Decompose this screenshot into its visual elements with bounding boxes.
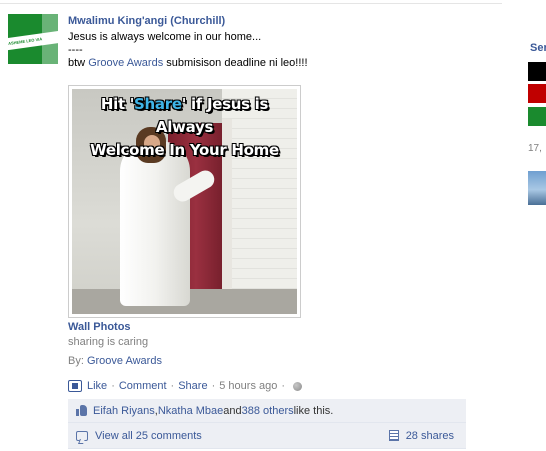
sidebar-header[interactable]: Ser [530, 42, 546, 54]
by-label: By: [68, 355, 87, 367]
photo-image: Hit 'Share' if Jesus is Always Welcome I… [72, 89, 297, 314]
shares-group[interactable]: 28 shares [388, 430, 454, 442]
photo-caption: Hit 'Share' if Jesus is Always Welcome I… [72, 93, 297, 162]
separator: · [281, 380, 286, 392]
view-comments-group[interactable]: View all 25 comments [76, 430, 202, 442]
view-all-comments-link[interactable]: View all 25 comments [95, 430, 202, 442]
likes-row: Eifah Riyans, Nkatha Mbae and 388 others… [68, 399, 466, 423]
comment-link[interactable]: Comment [119, 380, 167, 392]
sidebar-flag-red [528, 84, 546, 103]
by-groove-awards-link[interactable]: Groove Awards [87, 355, 162, 367]
liker-link[interactable]: Nkatha Mbae [158, 405, 223, 417]
attribution: By: Groove Awards [68, 355, 162, 367]
caption-highlight: Share [134, 95, 182, 113]
top-divider [0, 3, 502, 4]
avatar-shade [42, 14, 58, 64]
message-line-3-prefix: btw [68, 57, 89, 69]
sidebar-flag-green [528, 107, 546, 126]
profile-avatar[interactable]: ASHEME LEO VIA [8, 14, 58, 64]
album-title-link[interactable]: Wall Photos [68, 321, 131, 333]
share-link[interactable]: Share [178, 380, 207, 392]
message-line-1: Jesus is always welcome in our home... [68, 31, 262, 43]
share-page-icon [388, 430, 399, 441]
feedback-box: Eifah Riyans, Nkatha Mbae and 388 others… [68, 399, 466, 449]
and-text: and [223, 404, 242, 417]
sidebar-flag-black [528, 62, 546, 81]
others-link[interactable]: 388 others [242, 405, 294, 417]
comment-bubble-icon [76, 430, 88, 441]
message-line-3: btw Groove Awards submisison deadline ni… [68, 57, 468, 70]
separator: · [111, 380, 115, 392]
shared-photo[interactable]: Hit 'Share' if Jesus is Always Welcome I… [68, 85, 301, 318]
sidebar-count: 17, [528, 143, 542, 154]
comments-row: View all 25 comments 28 shares [68, 423, 466, 449]
thumbs-up-icon [76, 405, 87, 416]
post-message: Jesus is always welcome in our home... -… [68, 31, 468, 70]
caption-pre: Hit ' [100, 95, 135, 113]
separator: · [170, 380, 175, 392]
photo-caption-line-2: Welcome In Your Home [90, 141, 279, 159]
separator: · [211, 380, 216, 392]
album-description: sharing is caring [68, 336, 149, 348]
photo-caption-line-1: Hit 'Share' if Jesus is Always [72, 93, 297, 139]
like-suffix: like this. [293, 404, 334, 417]
photo-figure-robe [120, 141, 190, 306]
action-bar: Like · Comment · Share · 5 hours ago · [68, 380, 303, 392]
globe-icon [293, 381, 303, 391]
author-name-link[interactable]: Mwalimu King'angi (Churchill) [68, 14, 468, 28]
message-line-3-suffix: submisison deadline ni leo!!!! [163, 57, 308, 69]
story-content: Mwalimu King'angi (Churchill) Jesus is a… [68, 14, 468, 70]
like-link[interactable]: Like [87, 380, 107, 392]
groove-awards-link[interactable]: Groove Awards [88, 57, 163, 69]
like-icon [68, 380, 82, 392]
right-sidebar: Ser 17, [528, 0, 546, 451]
message-line-2: ---- [68, 44, 83, 56]
liker-link[interactable]: Eifah Riyans [93, 405, 155, 417]
timestamp[interactable]: 5 hours ago [219, 380, 277, 392]
sidebar-thumbnail[interactable] [528, 171, 546, 205]
shares-count-link[interactable]: 28 shares [406, 430, 454, 442]
